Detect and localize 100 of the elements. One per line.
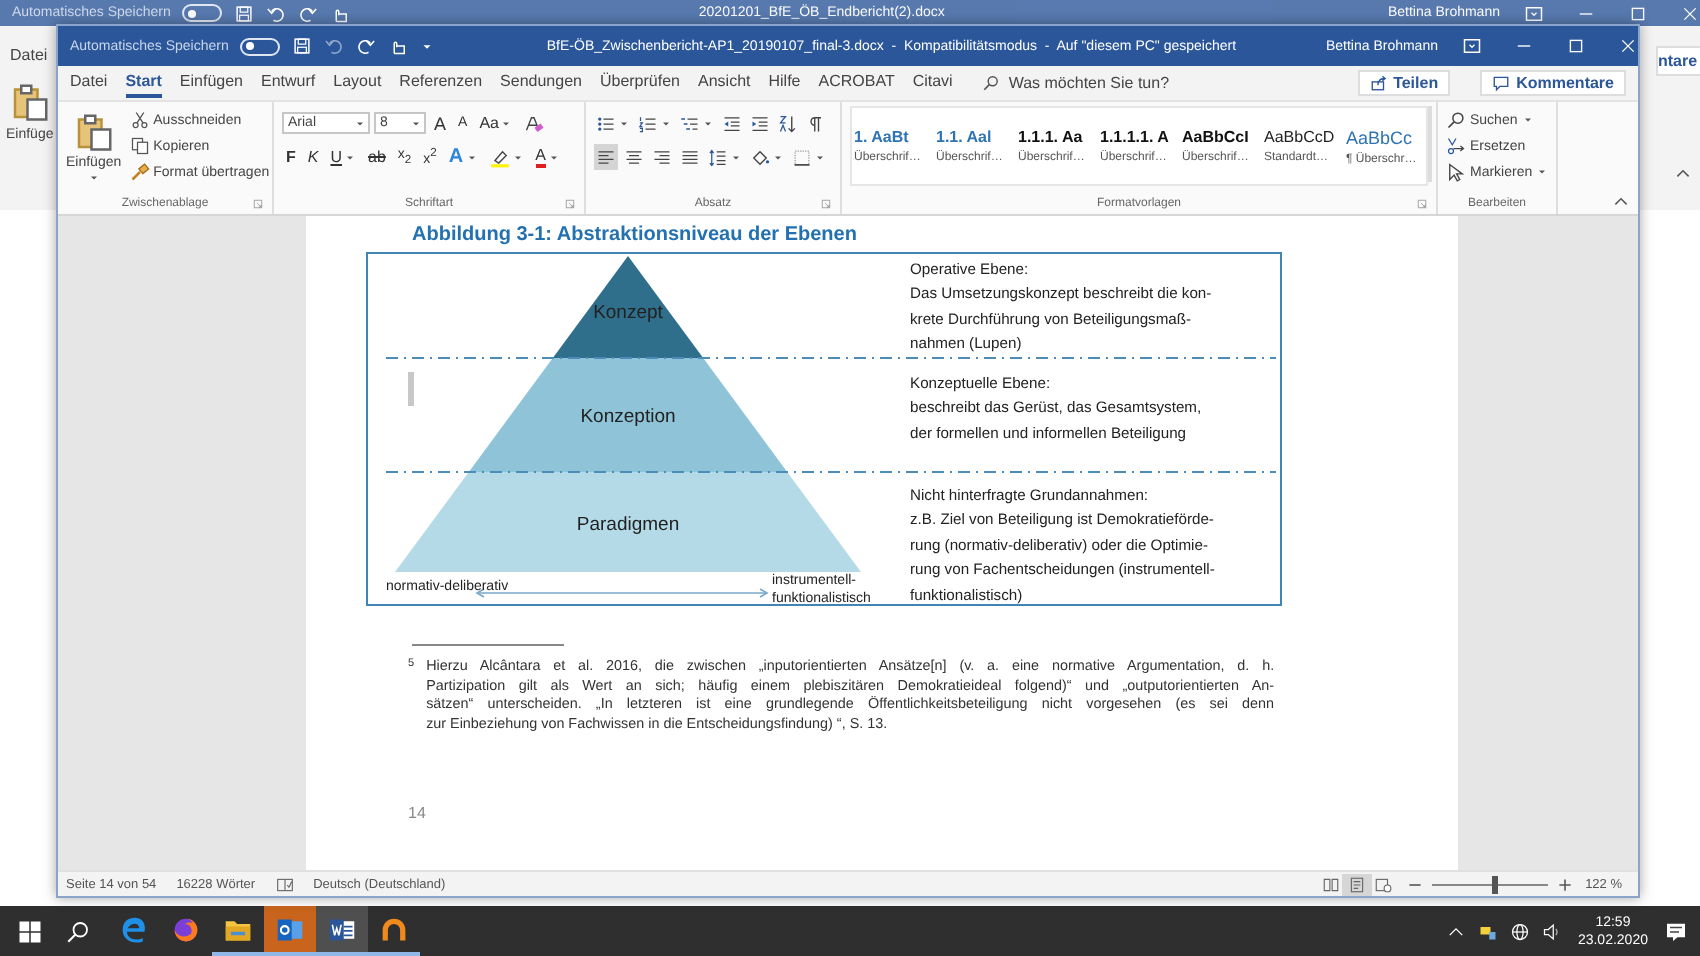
caret-icon (354, 117, 366, 129)
taskbar-app-button[interactable] (316, 906, 368, 956)
caret-up-icon[interactable] (1674, 164, 1692, 182)
caret-icon (618, 117, 630, 129)
print-layout-icon (1347, 875, 1366, 893)
close-icon[interactable] (1680, 3, 1700, 23)
vertical-bar-mark (407, 371, 413, 405)
autosave-toggle[interactable] (240, 37, 281, 55)
multilevel-list-icon (680, 113, 700, 133)
scissors-icon (129, 110, 150, 130)
hand-icon[interactable] (388, 36, 409, 56)
comments-button[interactable]: Kommentare (1480, 70, 1626, 96)
network-warning-icon[interactable] (1477, 921, 1498, 941)
pilcrow-icon (806, 113, 826, 133)
ribbon-tab[interactable]: Ansicht (698, 68, 751, 98)
arch-app-icon (380, 915, 408, 943)
edge-browser-icon (120, 915, 148, 943)
caret-icon (87, 172, 100, 184)
ribbon-tab[interactable]: Einfügen (179, 68, 244, 98)
figure-caption: Abbildung 3-1: Abstraktionsniveau der Ebenen (412, 224, 857, 248)
sort-icon (778, 113, 798, 133)
plus-icon[interactable] (1555, 875, 1574, 893)
ribbon-tab[interactable]: Sendungen (500, 68, 582, 98)
caret-icon (1521, 114, 1534, 126)
caret-icon (344, 151, 357, 163)
copy-icon (129, 136, 150, 156)
caret-icon[interactable] (420, 39, 435, 53)
tell-me-field[interactable]: Was möchten Sie tun? (982, 74, 1209, 92)
speaker-icon[interactable] (1541, 921, 1562, 941)
paintbrush-icon (129, 162, 150, 182)
decrease-indent-icon (722, 113, 742, 133)
clipboard-icon (73, 110, 114, 154)
justify-icon (680, 147, 700, 167)
save-icon[interactable] (234, 3, 255, 23)
close-icon[interactable] (1618, 36, 1638, 56)
ribbon-tab[interactable]: Datei (70, 68, 108, 98)
ribbon-tab[interactable]: ACROBAT (818, 68, 895, 98)
notification-icon[interactable] (1664, 919, 1688, 943)
eraser-icon (524, 113, 545, 133)
autosave-toggle[interactable] (182, 4, 223, 22)
change-case-button[interactable]: Aa (475, 110, 517, 136)
caret-icon (814, 151, 826, 163)
caret-icon (702, 117, 714, 129)
caret-icon (730, 151, 742, 163)
italic-button[interactable]: K (303, 144, 323, 170)
borders-button[interactable] (790, 144, 828, 170)
read-mode-icon (1321, 875, 1340, 893)
windows-logo-icon[interactable] (18, 919, 42, 943)
undo-icon[interactable] (266, 3, 287, 23)
share-button[interactable]: Teilen (1357, 70, 1451, 96)
maximize-icon[interactable] (1566, 36, 1586, 56)
ribbon-display-icon[interactable] (1462, 36, 1482, 56)
page-number: 14 (408, 804, 426, 823)
align-left-button[interactable] (594, 144, 618, 170)
search-icon (982, 74, 1001, 92)
proofing-icon[interactable] (275, 875, 294, 893)
line-spacing-icon (708, 147, 728, 167)
replace-icon (1446, 136, 1466, 156)
caret-icon (465, 151, 478, 163)
caret-icon (1536, 166, 1549, 178)
fox-globe-icon (172, 915, 200, 943)
redo-icon[interactable] (356, 36, 377, 56)
globe-icon[interactable] (1509, 921, 1530, 941)
paint-bucket-icon (750, 147, 770, 167)
bold-button[interactable]: F (282, 144, 300, 170)
ribbon-tab[interactable]: Layout (333, 68, 382, 98)
zoom-slider-thumb[interactable] (1491, 875, 1498, 893)
search-icon[interactable] (66, 919, 90, 943)
caret-icon (410, 117, 422, 129)
search-icon (1446, 110, 1466, 130)
redo-icon[interactable] (298, 3, 319, 23)
caret-icon (500, 117, 513, 129)
ribbon-tab[interactable]: Überprüfen (599, 68, 680, 98)
strikethrough-button[interactable]: ab (364, 144, 390, 170)
maximize-icon[interactable] (1628, 3, 1648, 23)
comments-button[interactable]: ntare (1656, 46, 1700, 76)
underline-button[interactable]: U (326, 144, 361, 170)
caret-icon (548, 151, 560, 163)
ribbon-tab[interactable]: Hilfe (768, 68, 801, 98)
bullet-list-icon (596, 113, 616, 133)
text-effects-button[interactable]: A (444, 144, 482, 170)
pyramid-label: Paradigmen (575, 513, 679, 535)
ribbon-tab[interactable]: Citavi (912, 68, 953, 98)
sort-button[interactable] (776, 110, 800, 136)
print-layout-button[interactable] (1341, 873, 1372, 895)
save-icon[interactable] (292, 36, 313, 56)
font-color-button[interactable]: A (531, 144, 564, 170)
align-left-icon (596, 147, 616, 167)
ribbon-tab[interactable]: Entwurf (261, 68, 316, 98)
font-grow-button[interactable]: A (430, 110, 451, 136)
align-center-icon (624, 147, 644, 167)
undo-icon[interactable] (324, 36, 345, 56)
ribbon-display-icon[interactable] (1524, 3, 1544, 23)
speech-bubble-icon (1492, 74, 1511, 92)
borders-icon (792, 147, 812, 167)
ribbon-tab[interactable]: Referenzen (399, 68, 483, 98)
line-spacing-button[interactable] (706, 144, 744, 170)
caret-up-icon[interactable] (1612, 192, 1630, 210)
ribbon-tab[interactable]: Datei (0, 46, 48, 64)
folder-icon (224, 915, 252, 943)
